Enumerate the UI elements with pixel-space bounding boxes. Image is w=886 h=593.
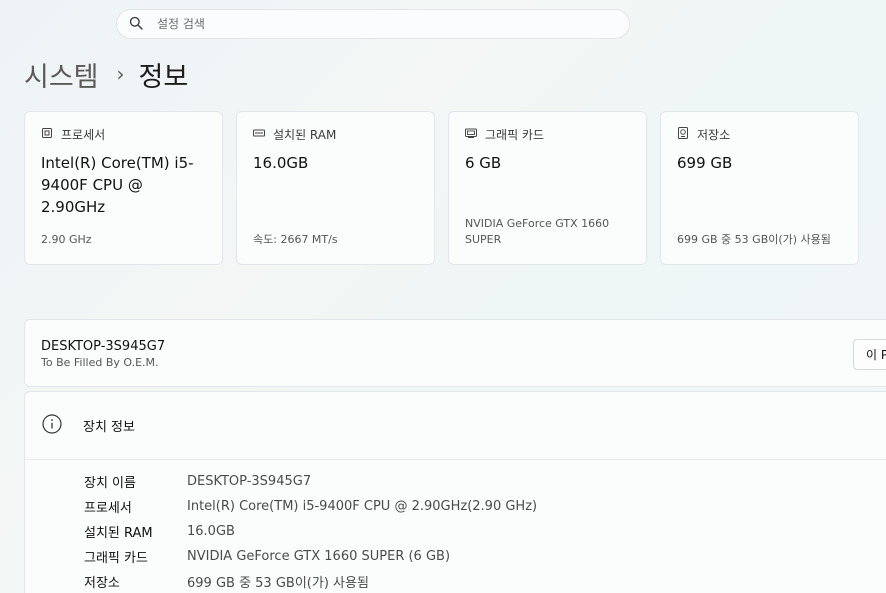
card-subtext: 699 GB 중 53 GB이(가) 사용됨 xyxy=(677,233,831,246)
device-name: DESKTOP-3S945G7 xyxy=(41,339,166,354)
spec-label: 저장소 xyxy=(84,576,120,591)
graphics-card: 그래픽 카드 6 GB NVIDIA GeForce GTX 1660 SUPE… xyxy=(448,111,647,265)
card-header: 프로세서 xyxy=(41,126,206,142)
storage-icon xyxy=(677,126,697,142)
info-icon xyxy=(41,413,63,439)
settings-search-box[interactable] xyxy=(116,9,630,39)
processor-icon xyxy=(41,127,61,142)
memory-icon xyxy=(253,127,273,142)
device-specifications-panel: 장치 정보 장치 이름 DESKTOP-3S945G7 프로세서 Intel(R… xyxy=(24,391,886,593)
spec-value: DESKTOP-3S945G7 xyxy=(187,474,312,489)
device-oem: To Be Filled By O.E.M. xyxy=(41,356,159,369)
card-subtext: 속도: 2667 MT/s xyxy=(253,233,338,246)
card-value: 6 GB xyxy=(465,154,502,172)
spec-list: 장치 이름 DESKTOP-3S945G7 프로세서 Intel(R) Core… xyxy=(25,460,886,593)
processor-card: 프로세서 Intel(R) Core(TM) i5-9400F CPU @ 2.… xyxy=(24,111,223,265)
card-title: 그래픽 카드 xyxy=(485,127,545,142)
spec-value: NVIDIA GeForce GTX 1660 SUPER (6 GB) xyxy=(187,549,451,564)
spec-value: 16.0GB xyxy=(187,524,235,539)
spec-value: Intel(R) Core(TM) i5-9400F CPU @ 2.90GHz… xyxy=(187,499,538,514)
page-title: 정보 xyxy=(138,61,189,93)
search-input[interactable] xyxy=(157,17,597,31)
device-name-panel: DESKTOP-3S945G7 To Be Filled By O.E.M. 이… xyxy=(24,319,886,387)
card-header: 설치된 RAM xyxy=(253,126,418,142)
spec-row-installed-ram: 설치된 RAM 16.0GB xyxy=(25,519,886,544)
spec-label: 프로세서 xyxy=(84,501,132,516)
card-value: Intel(R) Core(TM) i5-9400F CPU @ 2.90GHz xyxy=(41,154,194,216)
card-title: 저장소 xyxy=(697,127,731,142)
spec-label: 설치된 RAM xyxy=(84,526,153,541)
card-title: 프로세서 xyxy=(61,127,106,142)
spec-row-processor: 프로세서 Intel(R) Core(TM) i5-9400F CPU @ 2.… xyxy=(25,494,886,519)
graphics-card-icon xyxy=(465,127,485,142)
card-value: 16.0GB xyxy=(253,154,309,172)
device-specifications-title: 장치 정보 xyxy=(83,420,135,435)
spec-label: 그래픽 카드 xyxy=(84,551,148,566)
ram-card: 설치된 RAM 16.0GB 속도: 2667 MT/s xyxy=(236,111,435,265)
spec-row-storage: 저장소 699 GB 중 53 GB이(가) 사용됨 xyxy=(25,569,886,593)
spec-row-graphics-card: 그래픽 카드 NVIDIA GeForce GTX 1660 SUPER (6 … xyxy=(25,544,886,569)
breadcrumb: 시스템 › 정보 xyxy=(24,54,188,94)
rename-pc-button[interactable]: 이 P xyxy=(853,339,886,370)
card-header: 저장소 xyxy=(677,126,842,142)
search-icon xyxy=(129,15,143,34)
card-subtext: 2.90 GHz xyxy=(41,233,92,246)
card-value: 699 GB xyxy=(677,154,733,172)
spec-value: 699 GB 중 53 GB이(가) 사용됨 xyxy=(187,576,369,591)
spec-row-device-name: 장치 이름 DESKTOP-3S945G7 xyxy=(25,469,886,494)
device-specifications-header[interactable]: 장치 정보 xyxy=(25,392,886,460)
spec-label: 장치 이름 xyxy=(84,476,136,491)
breadcrumb-parent-system[interactable]: 시스템 xyxy=(24,55,99,94)
card-title: 설치된 RAM xyxy=(273,127,337,142)
breadcrumb-separator: › xyxy=(116,62,125,86)
storage-card: 저장소 699 GB 699 GB 중 53 GB이(가) 사용됨 xyxy=(660,111,859,265)
card-subtext: NVIDIA GeForce GTX 1660 SUPER xyxy=(465,217,610,246)
card-header: 그래픽 카드 xyxy=(465,126,630,142)
